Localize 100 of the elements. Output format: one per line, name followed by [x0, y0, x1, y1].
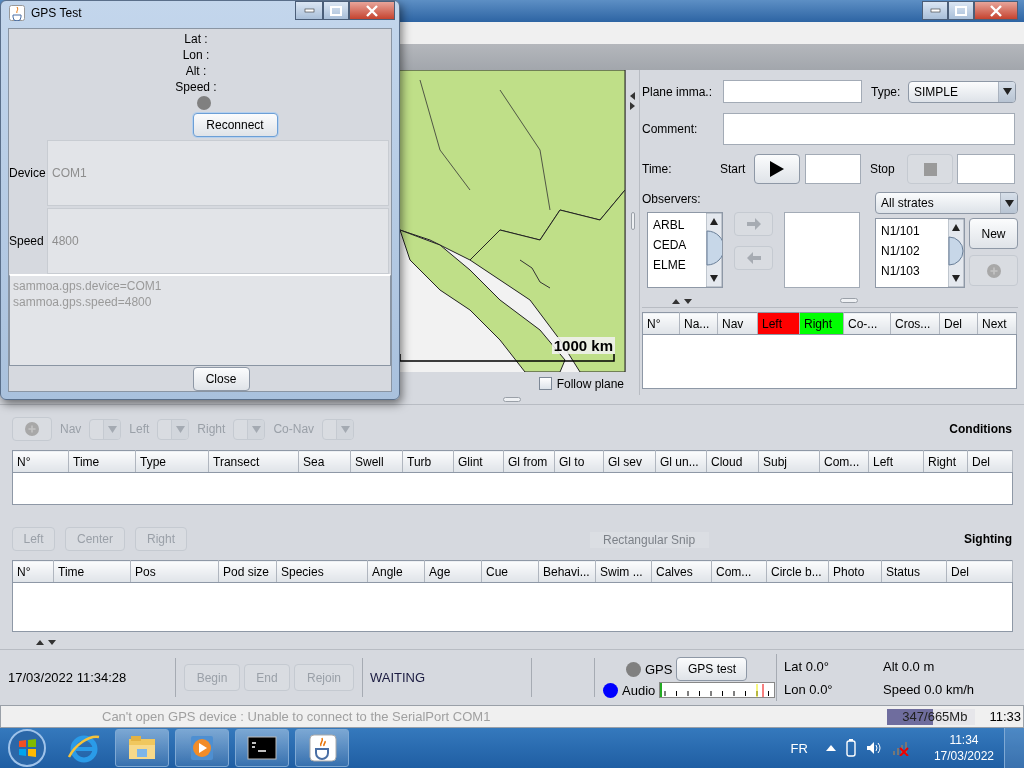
column-header[interactable]: Right: [923, 450, 968, 473]
column-header[interactable]: Time: [68, 450, 136, 473]
list-item[interactable]: CEDA: [653, 235, 706, 255]
column-header[interactable]: Gl sev: [603, 450, 656, 473]
close-button[interactable]: Close: [192, 366, 250, 391]
collapse-left-icon[interactable]: [630, 92, 635, 100]
strate-dropdown[interactable]: All strates: [875, 192, 1018, 214]
taskbar-button[interactable]: [295, 729, 349, 767]
column-header[interactable]: N°: [12, 450, 69, 473]
expand-right-icon[interactable]: [630, 102, 635, 110]
list-box[interactable]: N1/101 N1/102 N1/103: [875, 218, 965, 288]
combo-label: Left: [129, 422, 150, 436]
scrollbar[interactable]: [706, 213, 722, 287]
right-arrow-icon: [746, 218, 761, 230]
type-dropdown[interactable]: SIMPLE: [908, 80, 1016, 103]
taskbar-button[interactable]: [235, 729, 289, 767]
column-header[interactable]: Transect: [208, 450, 299, 473]
show-desktop-button[interactable]: [1004, 728, 1024, 768]
readout-label: Lon :: [182, 47, 210, 63]
column-header[interactable]: Cros...: [890, 312, 940, 335]
column-header[interactable]: N°: [642, 312, 680, 335]
maximize-button[interactable]: [948, 1, 974, 20]
column-header[interactable]: Cue: [481, 560, 539, 583]
status-text: WAITING: [370, 670, 426, 685]
column-header[interactable]: Pos: [130, 560, 219, 583]
column-header[interactable]: Cloud: [706, 450, 759, 473]
caret-icon: [251, 425, 261, 433]
column-header[interactable]: Left: [757, 312, 800, 335]
reconnect-button[interactable]: Reconnect: [192, 113, 278, 137]
column-header[interactable]: Photo: [828, 560, 882, 583]
column-header[interactable]: Swell: [350, 450, 403, 473]
column-header[interactable]: Gl from: [503, 450, 555, 473]
minimize-button[interactable]: [295, 1, 323, 20]
column-header[interactable]: Angle: [367, 560, 425, 583]
caret-icon: [1002, 88, 1012, 95]
column-header[interactable]: Na...: [679, 312, 718, 335]
minimize-button[interactable]: [922, 1, 948, 20]
collapse-icon[interactable]: [672, 297, 692, 304]
close-button[interactable]: [349, 1, 395, 20]
list-item[interactable]: N1/103: [881, 261, 948, 281]
column-header[interactable]: Calves: [651, 560, 712, 583]
play-button[interactable]: [754, 154, 800, 184]
column-header[interactable]: Swim ...: [595, 560, 652, 583]
column-header[interactable]: Circle b...: [766, 560, 829, 583]
list-box[interactable]: [784, 212, 860, 288]
new-button[interactable]: New: [969, 218, 1018, 249]
start-button[interactable]: [7, 728, 47, 768]
coordinate-readout: Lon 0.0°: [784, 682, 834, 699]
column-header[interactable]: Species: [276, 560, 368, 583]
scrollbar[interactable]: [948, 219, 964, 287]
checkbox[interactable]: [538, 377, 552, 390]
show-hidden-icons[interactable]: [825, 745, 836, 751]
column-header[interactable]: Co-...: [843, 312, 891, 335]
column-header[interactable]: Type: [135, 450, 209, 473]
column-header[interactable]: Glint: [453, 450, 504, 473]
column-header[interactable]: Del: [967, 450, 1013, 473]
section-title: Conditions: [949, 422, 1012, 436]
battery-icon[interactable]: [845, 739, 856, 757]
column-header[interactable]: Com...: [711, 560, 767, 583]
column-header[interactable]: Gl to: [554, 450, 604, 473]
text-field[interactable]: [723, 113, 1015, 145]
list-item[interactable]: N1/102: [881, 241, 948, 261]
column-header[interactable]: N°: [12, 560, 54, 583]
column-header[interactable]: Del: [946, 560, 1013, 583]
close-icon: [990, 4, 1002, 17]
column-header[interactable]: Sea: [298, 450, 351, 473]
list-item[interactable]: N1/101: [881, 221, 948, 241]
column-header[interactable]: Turb: [402, 450, 454, 473]
text-field[interactable]: [805, 154, 861, 184]
column-header[interactable]: Age: [424, 560, 482, 583]
column-header[interactable]: Behavi...: [538, 560, 596, 583]
column-header[interactable]: Gl un...: [655, 450, 707, 473]
caret-icon: [175, 425, 185, 433]
scale-label: 1000 km: [551, 337, 615, 354]
collapse-icon[interactable]: [36, 639, 56, 645]
column-header[interactable]: Time: [53, 560, 131, 583]
column-header[interactable]: Subj: [758, 450, 820, 473]
column-header[interactable]: Com...: [819, 450, 869, 473]
column-header[interactable]: Status: [881, 560, 947, 583]
list-item[interactable]: ELME: [653, 255, 706, 275]
column-header[interactable]: Nav: [717, 312, 758, 335]
text-field[interactable]: [957, 154, 1015, 184]
language-indicator[interactable]: FR: [790, 740, 808, 756]
section-title: Sighting: [964, 532, 1012, 546]
column-header[interactable]: Pod size: [218, 560, 277, 583]
splitter-handle-icon[interactable]: [630, 212, 635, 230]
list-item[interactable]: ARBL: [653, 215, 706, 235]
field-label: Comment:: [642, 122, 699, 136]
column-header[interactable]: Next: [977, 312, 1017, 335]
close-button[interactable]: [974, 1, 1018, 20]
text-field[interactable]: [723, 80, 862, 103]
speaker-icon[interactable]: [865, 741, 882, 755]
gps-test-button[interactable]: GPS test: [676, 657, 748, 681]
splitter-handle-icon[interactable]: [840, 298, 858, 303]
splitter-handle-icon[interactable]: [503, 397, 521, 402]
list-box[interactable]: ARBL CEDA ELME: [647, 212, 723, 288]
column-header[interactable]: Left: [868, 450, 924, 473]
column-header[interactable]: Right: [799, 312, 844, 335]
column-header[interactable]: Del: [939, 312, 978, 335]
maximize-button[interactable]: [323, 1, 349, 20]
